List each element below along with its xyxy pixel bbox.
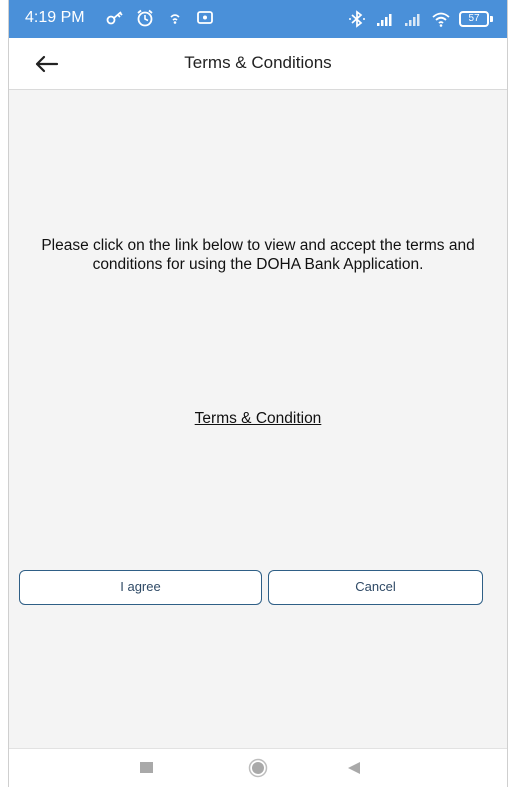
battery-icon: 57 bbox=[459, 11, 493, 27]
status-left-icons bbox=[105, 8, 215, 28]
status-right-icons: 57 bbox=[347, 9, 493, 29]
terms-link[interactable]: Terms & Condition bbox=[195, 410, 322, 427]
recent-apps-icon[interactable] bbox=[140, 762, 153, 773]
vpn-key-icon bbox=[106, 11, 123, 25]
wifi-calling-icon bbox=[170, 14, 180, 24]
home-icon[interactable] bbox=[248, 758, 268, 778]
terms-link-container: Terms & Condition bbox=[9, 410, 507, 428]
alarm-icon bbox=[137, 9, 153, 27]
app-bar: Terms & Conditions bbox=[9, 38, 507, 90]
status-bar: 4:19 PM 57 bbox=[9, 0, 507, 38]
back-triangle-icon[interactable] bbox=[346, 760, 362, 776]
intro-text: Please click on the link below to view a… bbox=[41, 237, 475, 273]
screen-cast-icon bbox=[197, 11, 213, 24]
screen: 4:19 PM 57 Terms & Conditions Please cli… bbox=[8, 0, 508, 787]
cancel-button[interactable]: Cancel bbox=[268, 570, 483, 605]
battery-tip bbox=[490, 16, 493, 22]
wifi-icon bbox=[432, 12, 450, 27]
page-title: Terms & Conditions bbox=[184, 53, 332, 72]
system-nav-bar bbox=[9, 748, 507, 787]
status-time: 4:19 PM bbox=[25, 9, 85, 26]
battery-level: 57 bbox=[459, 11, 489, 27]
signal-roaming-icon bbox=[405, 14, 420, 26]
bluetooth-icon bbox=[349, 10, 365, 28]
agree-button[interactable]: I agree bbox=[19, 570, 262, 605]
signal-icon bbox=[377, 14, 392, 26]
